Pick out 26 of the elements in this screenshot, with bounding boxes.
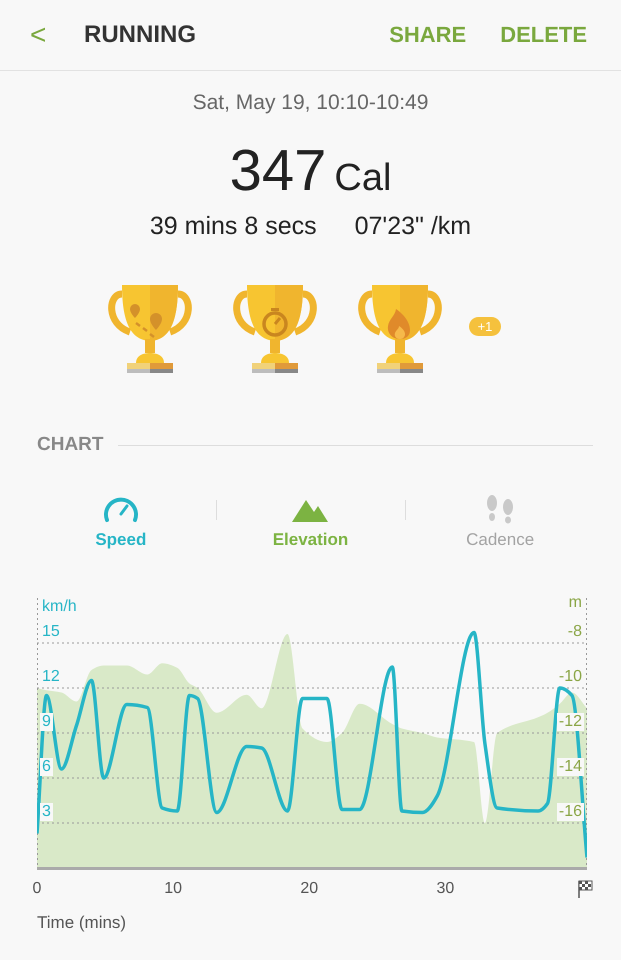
delete-button[interactable]: DELETE [500, 22, 587, 48]
x-axis-title: Time (mins) [37, 913, 126, 933]
y-tick-label: 3 [40, 803, 53, 821]
y-tick-label: -12 [556, 713, 584, 731]
finish-flag-icon [577, 880, 593, 898]
y-tick-label: -16 [556, 803, 584, 821]
calorie-value: 347 [230, 137, 326, 204]
section-title: CHART [37, 434, 104, 456]
y-tick-label: -14 [556, 758, 584, 776]
page-title: RUNNING [84, 21, 197, 49]
calorie-unit: Cal [334, 157, 392, 200]
count-badge: +1 [468, 317, 502, 336]
x-tick-label: 10 [164, 880, 182, 898]
x-tick-label: 0 [32, 880, 42, 898]
x-tick-label: 30 [436, 880, 454, 898]
y-tick-label: 9 [40, 713, 53, 731]
x-tick-label: 20 [300, 880, 318, 898]
share-button[interactable]: SHARE [389, 22, 466, 48]
chart-tab[interactable]: Cadence [405, 494, 595, 550]
date-text: Sat, May 19, 10:10-10:49 [192, 91, 430, 115]
pace-text: 07'23" /km [354, 212, 472, 241]
y-tick-label: 6 [40, 758, 53, 776]
back-button[interactable]: < [30, 19, 84, 51]
chart-tab[interactable]: Speed [26, 494, 216, 550]
duration-text: 39 mins 8 secs [150, 212, 317, 241]
chart-tab[interactable]: Elevation [216, 494, 406, 550]
